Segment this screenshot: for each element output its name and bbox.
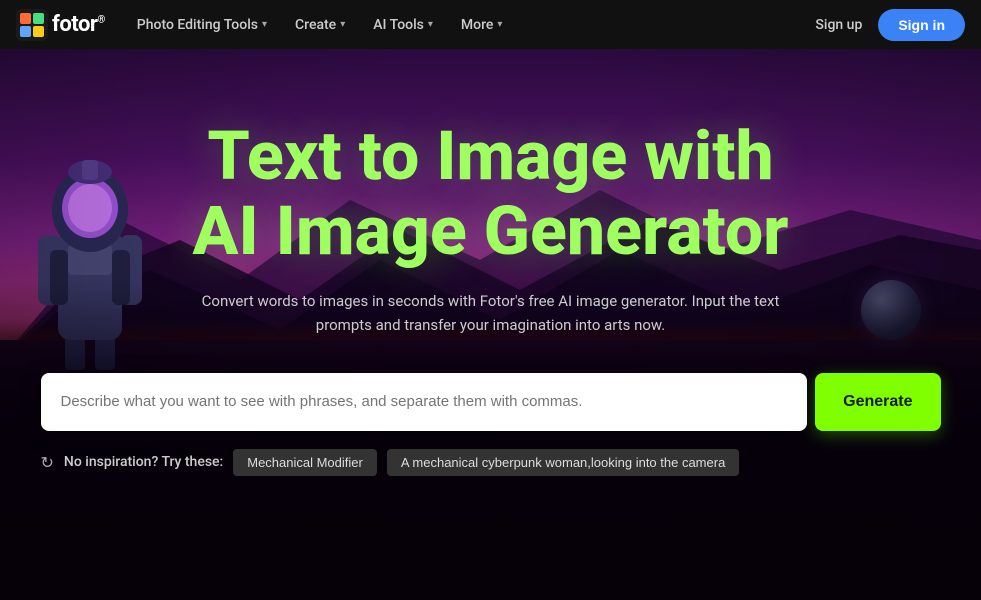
search-input-wrapper	[41, 373, 808, 431]
signup-button[interactable]: Sign up	[803, 11, 874, 39]
chevron-down-icon: ▾	[262, 19, 267, 30]
nav-label-more: More	[461, 17, 494, 33]
nav-label-create: Create	[295, 17, 336, 33]
inspiration-label: No inspiration? Try these:	[64, 454, 223, 470]
signin-button[interactable]: Sign in	[878, 9, 965, 41]
logo-text: fotor®	[52, 12, 105, 37]
hero-content: Text to Image with AI Image Generator Co…	[0, 49, 981, 476]
hero-title-line2: AI Image Generator	[193, 191, 789, 271]
chevron-down-icon: ▾	[428, 19, 433, 30]
refresh-icon[interactable]: ↻	[41, 453, 54, 472]
inspiration-row: ↻ No inspiration? Try these: Mechanical …	[41, 449, 941, 476]
nav-label-photo-editing: Photo Editing Tools	[137, 17, 258, 33]
hero-title-line1: Text to Image with	[207, 116, 773, 196]
tag-button-2[interactable]: A mechanical cyberpunk woman,looking int…	[387, 449, 739, 476]
logo[interactable]: fotor®	[16, 9, 105, 41]
navbar: fotor® Photo Editing Tools ▾ Create ▾ AI…	[0, 0, 981, 49]
logo-sup: ®	[97, 15, 104, 26]
fotor-logo-icon	[16, 9, 48, 41]
nav-item-ai-tools[interactable]: AI Tools ▾	[361, 11, 445, 39]
search-container: Generate	[41, 373, 941, 431]
tag-button-1[interactable]: Mechanical Modifier	[233, 449, 377, 476]
hero-section: Text to Image with AI Image Generator Co…	[0, 49, 981, 600]
nav-item-create[interactable]: Create ▾	[283, 11, 357, 39]
chevron-down-icon: ▾	[497, 19, 502, 30]
hero-subtitle: Convert words to images in seconds with …	[201, 289, 781, 337]
hero-title: Text to Image with AI Image Generator	[153, 119, 829, 269]
nav-label-ai-tools: AI Tools	[373, 17, 424, 33]
chevron-down-icon: ▾	[340, 19, 345, 30]
prompt-input[interactable]	[61, 393, 788, 410]
generate-button[interactable]: Generate	[815, 373, 940, 431]
nav-item-more[interactable]: More ▾	[449, 11, 515, 39]
nav-item-photo-editing[interactable]: Photo Editing Tools ▾	[125, 11, 279, 39]
